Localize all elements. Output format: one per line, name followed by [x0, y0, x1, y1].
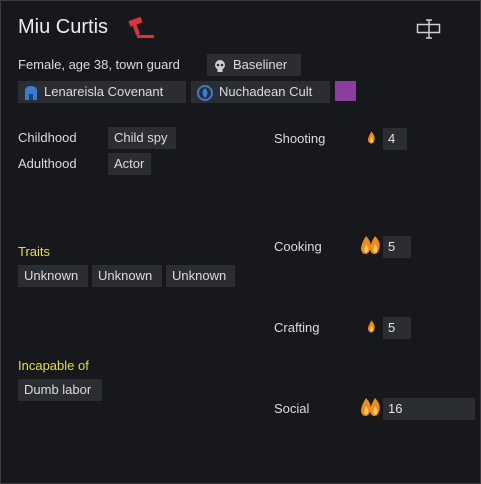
skill-level: 4 — [383, 128, 407, 150]
incapable-chip[interactable]: Dumb labor — [18, 379, 102, 401]
trait-chip[interactable]: Unknown — [18, 265, 88, 287]
minor-passion-flame-icon — [368, 320, 375, 333]
xenotype-label: Baseliner — [233, 57, 288, 72]
minor-passion-flame-icon — [368, 131, 375, 144]
trait-chip[interactable]: Unknown — [166, 265, 235, 287]
pawn-name: Miu Curtis — [18, 16, 109, 38]
ideology-swirl-icon — [197, 84, 213, 101]
incapable-heading: Incapable of — [18, 358, 89, 373]
faction-icon — [25, 85, 37, 100]
ideology-color-swatch — [335, 81, 356, 101]
skill-name: Cooking — [274, 239, 322, 254]
faction-chip[interactable]: Lenareisla Covenant — [18, 81, 186, 103]
guilty-gavel-icon — [128, 17, 154, 38]
skill-name: Crafting — [274, 320, 320, 335]
skill-name: Shooting — [274, 131, 326, 146]
ideology-label: Nuchadean Cult — [219, 84, 313, 99]
pawn-description: Female, age 38, town guard — [18, 57, 180, 72]
skill-level: 16 — [383, 398, 475, 420]
adulthood-chip[interactable]: Actor — [108, 153, 151, 175]
faction-label: Lenareisla Covenant — [44, 84, 164, 99]
trait-chip[interactable]: Unknown — [92, 265, 162, 287]
character-card: Miu Curtis Female, age 38, town guard Ba… — [0, 0, 481, 484]
skull-icon — [215, 59, 225, 72]
skill-name: Social — [274, 401, 310, 416]
skill-level: 5 — [383, 236, 411, 258]
childhood-label: Childhood — [18, 130, 77, 145]
traits-heading: Traits — [18, 244, 51, 259]
adulthood-label: Adulthood — [18, 156, 77, 171]
skill-level: 5 — [383, 317, 411, 339]
ideology-chip[interactable]: Nuchadean Cult — [191, 81, 330, 103]
major-passion-flames-icon — [361, 398, 380, 416]
xenotype-chip[interactable]: Baseliner — [207, 54, 301, 76]
childhood-chip[interactable]: Child spy — [108, 127, 176, 149]
major-passion-flames-icon — [361, 236, 380, 254]
rename-icon[interactable] — [416, 19, 442, 39]
